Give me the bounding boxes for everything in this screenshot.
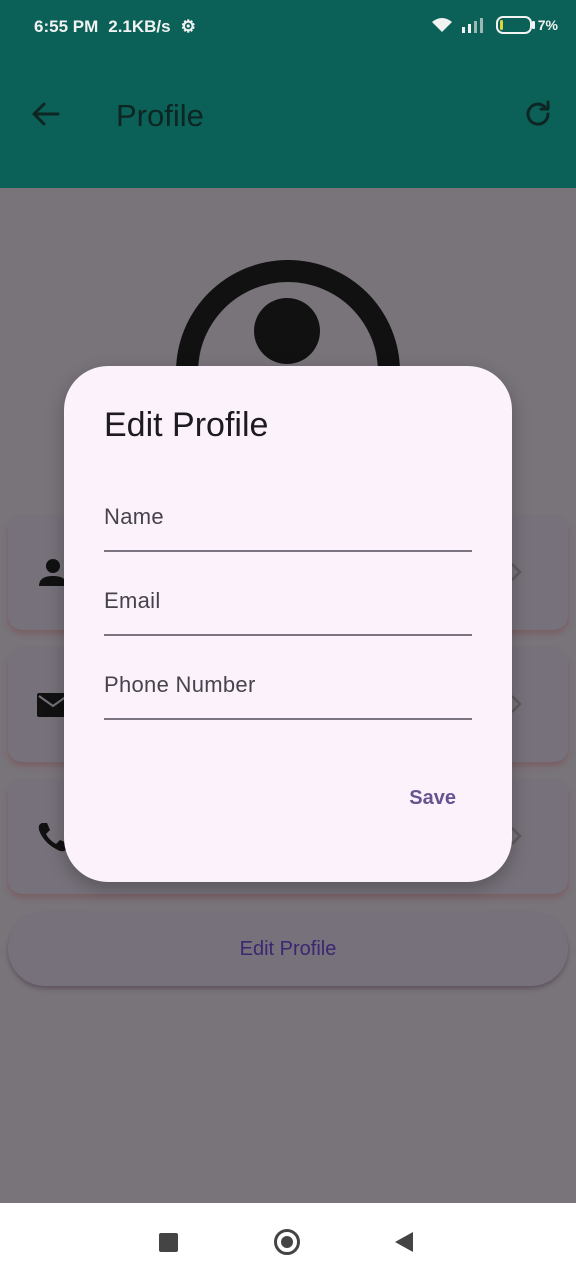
signal-icon [461, 18, 483, 33]
phone-field[interactable]: Phone Number [104, 660, 472, 720]
arrow-left-icon[interactable] [30, 98, 62, 130]
battery-percent: 7% [537, 17, 558, 33]
phone-input[interactable] [104, 660, 472, 716]
status-left: 6:55 PM 2.1KB/s ⚙ [34, 17, 196, 37]
name-underline [104, 550, 472, 552]
page-title: Profile [116, 98, 204, 133]
home-icon[interactable] [274, 1229, 300, 1255]
phone-underline [104, 718, 472, 720]
dialog-title: Edit Profile [104, 406, 269, 444]
status-speed: 2.1KB/s [108, 17, 171, 36]
name-input[interactable] [104, 492, 472, 548]
gear-icon: ⚙ [180, 17, 196, 36]
refresh-icon[interactable] [522, 98, 554, 130]
status-bar: 6:55 PM 2.1KB/s ⚙ 7% [0, 0, 576, 56]
email-field[interactable]: Email [104, 576, 472, 636]
name-field[interactable]: Name [104, 492, 472, 552]
app-bar: Profile [0, 56, 576, 188]
system-nav-bar [0, 1203, 576, 1280]
recents-icon[interactable] [159, 1233, 178, 1252]
email-underline [104, 634, 472, 636]
wifi-icon [431, 18, 452, 32]
email-input[interactable] [104, 576, 472, 632]
back-triangle-icon[interactable] [395, 1232, 413, 1252]
edit-profile-button[interactable]: Edit Profile [8, 912, 568, 986]
status-right: 7% [430, 16, 558, 34]
save-button[interactable]: Save [403, 786, 462, 811]
battery-icon [495, 16, 535, 34]
edit-profile-dialog: Edit Profile Name Email Phone Number Sav… [64, 366, 512, 882]
status-time: 6:55 PM [34, 17, 99, 36]
